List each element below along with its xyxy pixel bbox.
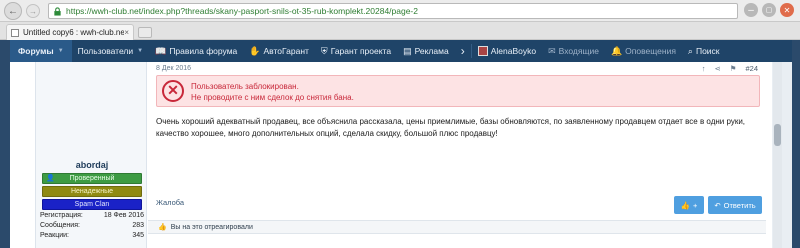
caret-down-icon: ▼ xyxy=(57,48,64,54)
avatar xyxy=(477,46,488,56)
nav-inbox-label: Входящие xyxy=(558,46,599,56)
close-icon: ✕ xyxy=(783,5,791,15)
page-icon xyxy=(11,28,19,37)
ban-warning: ✕ Пользователь заблокирован. Не проводит… xyxy=(156,75,760,107)
nav-alerts-label: Оповещения xyxy=(625,46,676,56)
thumbs-up-icon: 👍 xyxy=(680,200,690,210)
share-icon[interactable]: ⋖ xyxy=(714,64,720,73)
post-number[interactable]: #24 xyxy=(745,64,758,73)
address-bar[interactable]: https://wwh-club.net/index.php?threads/s… xyxy=(48,3,738,19)
tab-close-icon[interactable]: × xyxy=(124,28,129,37)
caret-down-icon: ▼ xyxy=(137,48,144,54)
post-body: 8 Дек 2016 ↑ ⋖ ⚑ #24 ✕ Пользователь забл… xyxy=(148,62,766,248)
warning-line-2: Не проводите с ним сделок до снятия бана… xyxy=(191,93,354,102)
stat-label: Регистрация: xyxy=(40,212,83,219)
bookmark-icon[interactable]: ⚑ xyxy=(730,64,737,73)
warning-line-1: Пользователь заблокирован. xyxy=(191,82,299,91)
bell-icon: 🔔 xyxy=(610,45,623,56)
arrow-left-icon: ← xyxy=(8,5,18,17)
badge-unreliable: Ненадежные xyxy=(42,186,142,197)
nav-more-arrow[interactable]: › xyxy=(455,40,471,62)
post-user-sidebar: abordaj 👤 Проверенный Ненадежные Spam Cl… xyxy=(35,62,147,248)
handshake-icon: ✋ xyxy=(249,45,261,56)
post-message: Очень хороший адекватный продавец, все о… xyxy=(156,117,746,138)
nav-search-label: Поиск xyxy=(695,46,720,56)
nav-forums-label: Форумы xyxy=(18,46,54,56)
nav-project-garant-label: Гарант проекта xyxy=(330,46,392,56)
post-date[interactable]: 8 Дек 2016 xyxy=(156,65,191,72)
nav-autogarant[interactable]: ✋ АвтоГарант xyxy=(243,40,315,62)
nav-rules[interactable]: 📖 Правила форума xyxy=(149,40,243,62)
badge-spam-label: Spam Clan xyxy=(74,201,110,208)
user-icon: 👤 xyxy=(46,175,55,182)
nav-alerts[interactable]: 🔔 Оповещения xyxy=(605,40,682,62)
post-author-name[interactable]: abordaj xyxy=(36,160,148,170)
account-name: AlenaBoyko xyxy=(490,46,537,56)
nav-forums[interactable]: Форумы ▼ xyxy=(10,40,72,62)
url-text: https://wwh-club.net/index.php?threads/s… xyxy=(66,6,418,16)
badge-spam-clan: Spam Clan xyxy=(42,199,142,210)
page-scrollbar[interactable] xyxy=(772,62,792,248)
shield-icon: ⛨ xyxy=(320,45,328,56)
newspaper-icon: ▤ xyxy=(403,45,412,56)
thumbs-up-icon: 👍 xyxy=(158,224,167,231)
reply-icon: ↶ xyxy=(714,200,721,210)
nav-users[interactable]: Пользователи ▼ xyxy=(72,40,149,62)
nav-ads[interactable]: ▤ Реклама xyxy=(397,40,455,62)
forward-button[interactable]: → xyxy=(26,4,40,18)
arrow-right-icon: → xyxy=(29,6,37,16)
badge-verified-label: Проверенный xyxy=(69,175,115,182)
maximize-button[interactable]: ▢ xyxy=(762,3,776,17)
stat-messages: Сообщения: 283 xyxy=(40,222,144,231)
browser-tab[interactable]: Untitled copy6 : wwh-club.net × xyxy=(6,24,134,40)
nav-account[interactable]: AlenaBoyko xyxy=(472,40,542,62)
chevron-right-icon: › xyxy=(460,44,465,58)
nav-project-garant[interactable]: ⛨ Гарант проекта xyxy=(315,40,397,62)
back-button[interactable]: ← xyxy=(4,2,22,20)
maximize-icon: ▢ xyxy=(765,7,773,14)
stat-registration: Регистрация: 18 Фев 2016 xyxy=(40,212,144,221)
nav-users-label: Пользователи xyxy=(77,46,134,56)
browser-toolbar: ← → https://wwh-club.net/index.php?threa… xyxy=(0,0,800,22)
thread-page: abordaj 👤 Проверенный Ненадежные Spam Cl… xyxy=(10,62,792,248)
scroll-track[interactable] xyxy=(773,62,782,248)
post-actions: ↑ ⋖ ⚑ #24 xyxy=(702,64,758,73)
minimize-icon: – xyxy=(748,4,754,16)
arrow-up-icon[interactable]: ↑ xyxy=(702,64,706,73)
tab-title: Untitled copy6 : wwh-club.net xyxy=(23,28,125,37)
nav-autogarant-label: АвтоГарант xyxy=(263,46,309,56)
like-label: + xyxy=(692,200,698,210)
search-icon: ⌕ xyxy=(687,45,693,56)
scroll-thumb[interactable] xyxy=(774,124,781,146)
new-tab-button[interactable] xyxy=(138,27,152,38)
stat-value: 18 Фев 2016 xyxy=(103,212,144,219)
stat-value: 345 xyxy=(132,232,144,239)
report-link[interactable]: Жалоба xyxy=(156,198,184,207)
nav-rules-label: Правила форума xyxy=(169,46,238,56)
reactions-bar: 👍 Вы на это отреагировали xyxy=(148,220,766,234)
stat-label: Сообщения: xyxy=(40,222,80,229)
nav-inbox[interactable]: ✉ Входящие xyxy=(542,40,605,62)
tab-strip: Untitled copy6 : wwh-club.net × xyxy=(0,22,800,40)
badge-unreliable-label: Ненадежные xyxy=(70,188,114,195)
nav-search[interactable]: ⌕ Поиск xyxy=(682,40,726,62)
reply-label: Ответить xyxy=(723,200,756,210)
reply-button[interactable]: ↶ Ответить xyxy=(708,196,762,214)
stat-label: Реакции: xyxy=(40,232,69,239)
inbox-icon: ✉ xyxy=(548,45,556,56)
reactions-note[interactable]: Вы на это отреагировали xyxy=(171,224,253,231)
stat-value: 283 xyxy=(132,222,144,229)
nav-ads-label: Реклама xyxy=(414,46,449,56)
like-button[interactable]: 👍 + xyxy=(674,196,704,214)
book-icon: 📖 xyxy=(155,45,167,56)
lock-icon xyxy=(54,6,61,16)
badge-verified: 👤 Проверенный xyxy=(42,173,142,184)
stat-reactions: Реакции: 345 xyxy=(40,232,144,241)
minimize-button[interactable]: – xyxy=(744,3,758,17)
error-icon: ✕ xyxy=(162,80,184,102)
close-window-button[interactable]: ✕ xyxy=(780,3,794,17)
forum-navbar: Форумы ▼ Пользователи ▼ 📖 Правила форума ✋ А… xyxy=(10,40,792,62)
